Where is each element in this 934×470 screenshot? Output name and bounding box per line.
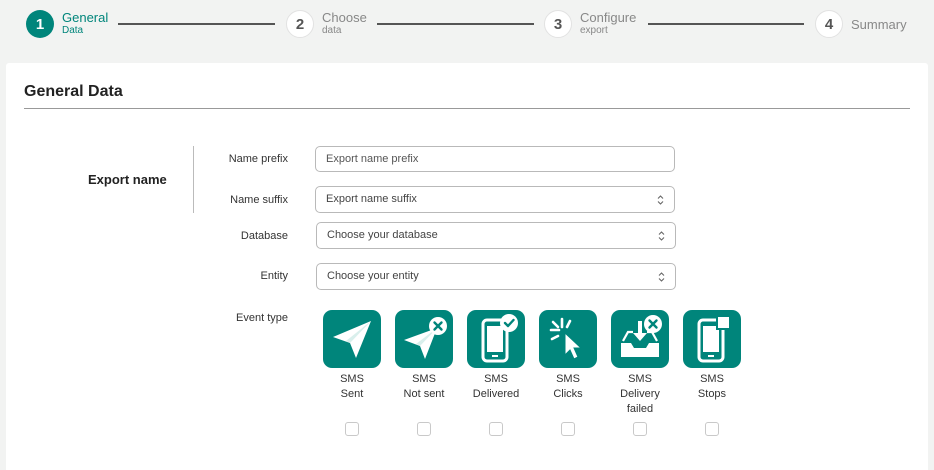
- event-option-sms-stops[interactable]: SMS Stops: [682, 310, 742, 402]
- updown-chevron-icon: [657, 195, 664, 205]
- database-placeholder: Choose your database: [327, 229, 438, 241]
- event-option-sms-delivered[interactable]: SMS Delivered: [466, 310, 526, 402]
- name-prefix-input[interactable]: [315, 146, 675, 172]
- event-checkbox-sms-clicks[interactable]: [561, 422, 575, 436]
- step-summary[interactable]: 4 Summary: [815, 10, 907, 38]
- step-subtitle: export: [580, 25, 608, 36]
- name-suffix-select[interactable]: Export name suffix: [315, 186, 675, 213]
- event-option-sms-clicks[interactable]: SMS Clicks: [538, 310, 598, 402]
- event-label-line2: Delivered: [472, 388, 520, 400]
- event-label-line1: SMS: [340, 373, 364, 385]
- event-label-line1: SMS: [412, 373, 436, 385]
- step-title: Configure: [580, 10, 637, 25]
- entity-label: Entity: [260, 270, 288, 282]
- event-checkbox-sms-sent[interactable]: [345, 422, 359, 436]
- phone-check-icon: [467, 310, 525, 368]
- paper-plane-x-icon: [395, 310, 453, 368]
- cursor-click-icon: [539, 310, 597, 368]
- step-subtitle: Data: [62, 25, 84, 36]
- step-connector: [118, 23, 275, 25]
- event-label-line2: Sent: [340, 388, 364, 400]
- event-label-line3: failed: [626, 403, 654, 415]
- event-type-label: Event type: [236, 312, 288, 324]
- step-general-data[interactable]: 1 General Data: [26, 10, 108, 38]
- entity-placeholder: Choose your entity: [327, 270, 419, 282]
- name-suffix-placeholder: Export name suffix: [326, 193, 417, 205]
- export-stepper: 1 General Data 2 Choose data 3 Configure…: [0, 0, 934, 56]
- event-option-sms-sent[interactable]: SMS Sent: [322, 310, 382, 402]
- title-divider: [24, 108, 910, 109]
- step-title: Summary: [851, 16, 907, 32]
- step-choose-data[interactable]: 2 Choose data: [286, 10, 367, 38]
- entity-select[interactable]: Choose your entity: [316, 263, 676, 290]
- database-select[interactable]: Choose your database: [316, 222, 676, 249]
- updown-chevron-icon: [658, 272, 665, 282]
- event-checkbox-sms-not-sent[interactable]: [417, 422, 431, 436]
- export-name-section-label: Export name: [88, 172, 167, 187]
- card-title: General Data: [24, 83, 123, 100]
- step-connector: [377, 23, 534, 25]
- paper-plane-icon: [323, 310, 381, 368]
- event-label-line2: Clicks: [553, 388, 583, 400]
- event-label-line1: SMS: [700, 373, 724, 385]
- step-number: 4: [815, 10, 843, 38]
- name-suffix-label: Name suffix: [230, 194, 288, 206]
- event-checkbox-sms-delivery-failed[interactable]: [633, 422, 647, 436]
- database-label: Database: [240, 230, 288, 242]
- event-checkbox-sms-stops[interactable]: [705, 422, 719, 436]
- event-checkbox-sms-delivered[interactable]: [489, 422, 503, 436]
- step-number: 1: [26, 10, 54, 38]
- step-number: 3: [544, 10, 572, 38]
- step-number: 2: [286, 10, 314, 38]
- event-label-line2: Delivery: [620, 388, 660, 400]
- event-option-sms-not-sent[interactable]: SMS Not sent: [394, 310, 454, 402]
- general-data-card: General Data Export name Name prefix Nam…: [6, 63, 928, 470]
- event-label-line1: SMS: [484, 373, 508, 385]
- step-subtitle: data: [322, 25, 342, 36]
- step-title: Choose: [322, 10, 367, 25]
- step-title: General: [62, 10, 109, 25]
- event-label-line1: SMS: [628, 373, 652, 385]
- step-configure-export[interactable]: 3 Configure export: [544, 10, 636, 38]
- phone-stop-icon: [683, 310, 741, 368]
- event-option-sms-delivery-failed[interactable]: SMS Delivery failed: [610, 310, 670, 417]
- step-connector: [648, 23, 804, 25]
- name-prefix-label: Name prefix: [228, 153, 288, 165]
- inbox-x-icon: [611, 310, 669, 368]
- event-label-line2: Stops: [697, 388, 727, 400]
- event-label-line2: Not sent: [403, 388, 445, 400]
- updown-chevron-icon: [658, 231, 665, 241]
- event-label-line1: SMS: [556, 373, 580, 385]
